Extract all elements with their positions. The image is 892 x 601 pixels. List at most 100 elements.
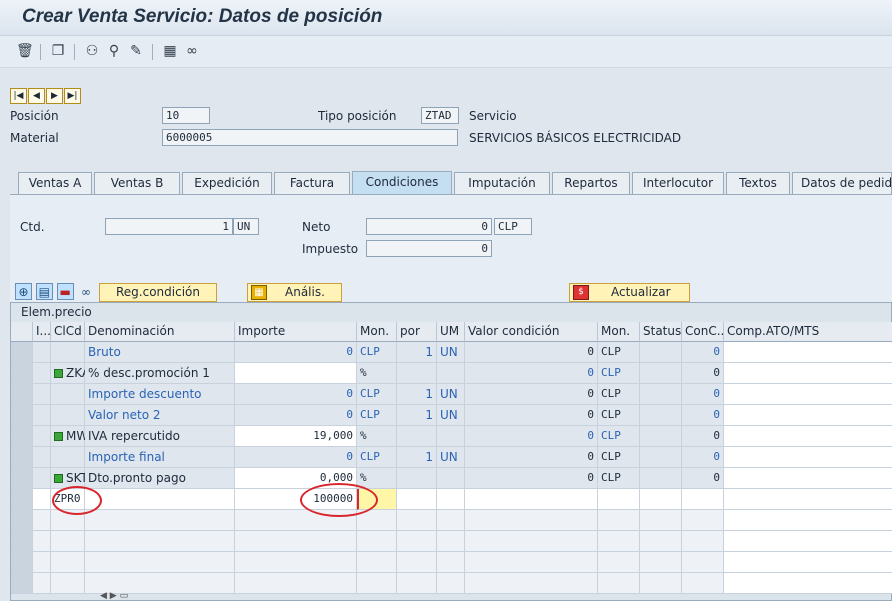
grid-cell-conc[interactable]: 0 (682, 384, 724, 405)
grid-cell-mon[interactable]: ⧉ (357, 489, 411, 510)
grid-cell-valor[interactable] (465, 552, 598, 573)
grid-cell-i[interactable] (33, 489, 51, 510)
grid-cell-clcd[interactable] (51, 573, 85, 594)
grid-cell-i[interactable] (33, 405, 51, 426)
grid-cell-clcd[interactable] (51, 510, 85, 531)
grid-cell-por[interactable] (397, 510, 437, 531)
grid-cell-por[interactable] (397, 426, 437, 447)
grid-cell-clcd[interactable]: SKTO (51, 468, 97, 489)
ctd-unit-field[interactable]: UN (233, 218, 259, 235)
grid-cell-por[interactable] (397, 468, 437, 489)
grid-cell-i[interactable] (33, 510, 51, 531)
grid-cell-valor[interactable]: 0 (465, 384, 598, 405)
grid-cell-status[interactable] (640, 363, 682, 384)
previous-item-button[interactable]: ◀ (28, 88, 45, 104)
column-header[interactable]: I... (33, 322, 51, 342)
grid-cell-mon[interactable]: CLP (357, 342, 397, 363)
grid-cell-importe[interactable]: 0 (235, 405, 357, 426)
grid-cell-importe[interactable]: 0,000 (235, 468, 357, 489)
grid-cell-importe[interactable] (235, 363, 357, 384)
grid-cell-um[interactable]: UN (437, 405, 465, 426)
grid-cell-mon[interactable]: CLP (357, 384, 397, 405)
grid-cell-mon2[interactable] (598, 531, 640, 552)
row-selector[interactable] (11, 342, 33, 363)
trash-icon[interactable]: 🗑 (16, 43, 34, 59)
grid-cell-denom[interactable]: Valor neto 2 (85, 405, 235, 426)
grid-cell-valor[interactable]: 0 (465, 363, 598, 384)
grid-cell-importe[interactable]: 0 (235, 384, 357, 405)
grid-cell-mon2[interactable] (598, 489, 640, 510)
grid-cell-denom[interactable]: IVA repercutido (85, 426, 235, 447)
column-header[interactable]: Mon. (357, 322, 397, 342)
row-selector[interactable] (11, 363, 33, 384)
grid-cell-denom[interactable]: Importe descuento (85, 384, 235, 405)
grid-cell-valor[interactable]: 0 (465, 447, 598, 468)
column-header[interactable]: Importe (235, 322, 357, 342)
row-selector[interactable] (11, 573, 33, 594)
grid-cell-um[interactable] (437, 363, 465, 384)
grid-cell-status[interactable] (640, 489, 682, 510)
column-header[interactable]: por (397, 322, 437, 342)
tab-factura[interactable]: Factura (274, 172, 350, 194)
row-selector[interactable] (11, 552, 33, 573)
grid-cell-mon[interactable]: CLP (357, 447, 397, 468)
row-selector[interactable] (11, 468, 33, 489)
grid-cell-conc[interactable]: 0 (682, 468, 724, 489)
grid-cell-i[interactable] (33, 573, 51, 594)
grid-cell-conc[interactable]: 0 (682, 342, 724, 363)
grid-cell-por[interactable] (397, 489, 437, 510)
grid-cell-por[interactable]: 1 (397, 405, 437, 426)
grid-cell-um[interactable] (437, 426, 465, 447)
horizontal-scroll[interactable]: ◀ ▶ ▭ (100, 592, 200, 601)
tab-ventas-b[interactable]: Ventas B (94, 172, 180, 194)
grid-cell-denom[interactable]: Importe final (85, 447, 235, 468)
grid-cell-importe[interactable]: 0 (235, 342, 357, 363)
glasses-icon[interactable]: ∞ (184, 43, 200, 59)
grid-cell-por[interactable] (397, 531, 437, 552)
grid-cell-comp[interactable] (724, 489, 892, 510)
tipo-posicion-field[interactable]: ZTAD (421, 107, 459, 124)
grid-cell-status[interactable] (640, 342, 682, 363)
tab-datos-de-pedido[interactable]: Datos de pedid (792, 172, 892, 194)
grid-cell-comp[interactable] (724, 342, 892, 363)
grid-cell-clcd[interactable] (51, 342, 85, 363)
grid-cell-clcd[interactable]: ZPR0 (51, 489, 85, 510)
column-header[interactable]: ClCd (51, 322, 85, 342)
grid-cell-denom[interactable] (85, 552, 235, 573)
first-item-button[interactable]: |◀ (10, 88, 27, 104)
binoculars-icon[interactable]: ⚲ (106, 43, 122, 59)
grid-cell-um[interactable]: UN (437, 342, 465, 363)
row-selector[interactable] (11, 384, 33, 405)
delete-row-icon[interactable]: ▬ (56, 283, 74, 300)
grid-cell-por[interactable] (397, 552, 437, 573)
grid-cell-um[interactable] (437, 531, 465, 552)
grid-cell-clcd[interactable] (51, 405, 85, 426)
grid-cell-importe[interactable] (235, 552, 357, 573)
hierarchy-icon[interactable]: ⚇ (84, 43, 100, 59)
grid-cell-mon2[interactable]: CLP (598, 342, 640, 363)
grid-cell-i[interactable] (33, 531, 51, 552)
grid-cell-mon[interactable] (357, 552, 397, 573)
grid-cell-status[interactable] (640, 531, 682, 552)
grid-cell-mon[interactable]: % (357, 426, 397, 447)
row-selector[interactable] (11, 447, 33, 468)
grid-cell-mon2[interactable] (598, 510, 640, 531)
grid-cell-status[interactable] (640, 573, 682, 594)
tab-textos[interactable]: Textos (726, 172, 790, 194)
ctd-field[interactable]: 1 (105, 218, 233, 235)
grid-cell-comp[interactable] (724, 363, 892, 384)
grid-cell-um[interactable] (437, 573, 465, 594)
grid-cell-importe[interactable] (235, 531, 357, 552)
grid-cell-mon2[interactable] (598, 552, 640, 573)
grid-cell-por[interactable]: 1 (397, 342, 437, 363)
grid-cell-um[interactable]: UN (437, 447, 465, 468)
grid-cell-mon[interactable]: % (357, 363, 397, 384)
next-item-button[interactable]: ▶ (46, 88, 63, 104)
grid-cell-importe[interactable]: 19,000 (235, 426, 357, 447)
grid-cell-mon2[interactable]: CLP (598, 468, 640, 489)
actualizar-button[interactable]: $ Actualizar (569, 283, 690, 302)
grid-cell-conc[interactable] (682, 510, 724, 531)
grid-cell-i[interactable] (33, 552, 51, 573)
grid-cell-mon[interactable]: % (357, 468, 397, 489)
column-header[interactable] (11, 322, 33, 342)
